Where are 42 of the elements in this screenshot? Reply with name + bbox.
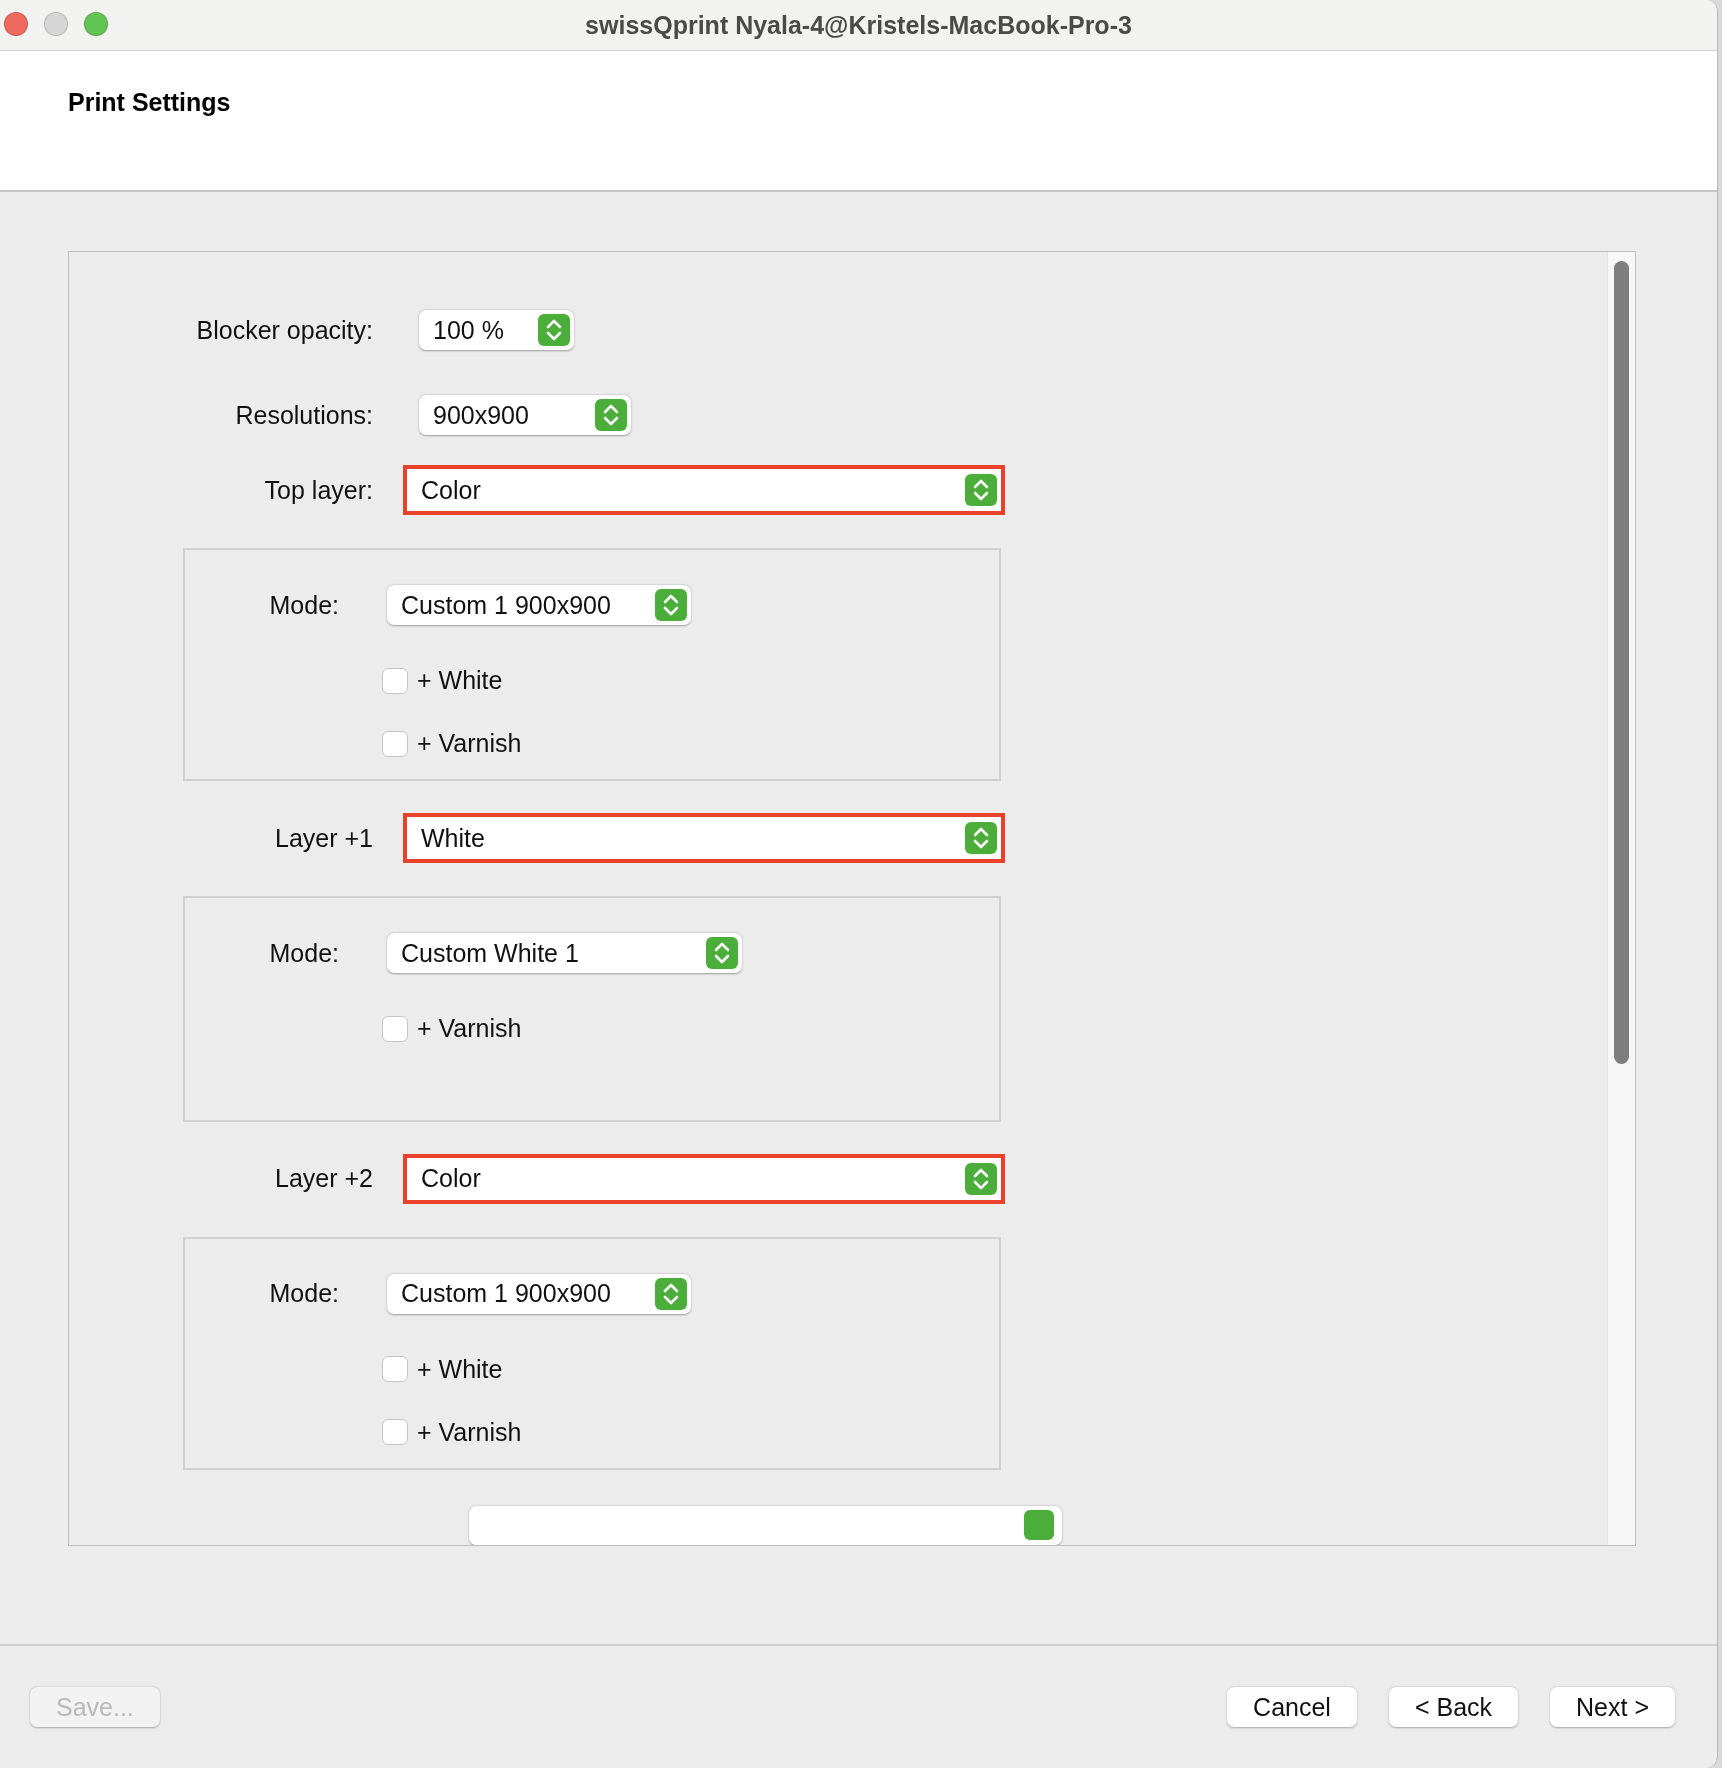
checkbox[interactable] bbox=[382, 730, 408, 757]
select-field[interactable]: 900x900 bbox=[419, 395, 631, 435]
stepper-icon bbox=[655, 1277, 687, 1310]
stepper-icon bbox=[706, 937, 738, 970]
window-title: swissQprint Nyala-4@Kristels-MacBook-Pro-3 bbox=[585, 10, 1132, 40]
select-field[interactable]: Custom White 1 bbox=[387, 933, 742, 974]
checkbox[interactable] bbox=[382, 1419, 408, 1445]
page-title: Print Settings bbox=[68, 88, 231, 116]
close-button[interactable] bbox=[4, 12, 28, 36]
dialog-button[interactable]: Cancel bbox=[1227, 1687, 1357, 1727]
field-label: Layer +1 bbox=[274, 823, 373, 853]
stepper-icon bbox=[965, 474, 997, 506]
field-label: Mode: bbox=[268, 1279, 339, 1308]
checkbox-label: + Varnish bbox=[417, 1417, 522, 1447]
checkbox[interactable] bbox=[382, 1356, 408, 1382]
checkbox[interactable] bbox=[382, 667, 408, 694]
stepper-icon bbox=[538, 314, 570, 346]
field-label: Mode: bbox=[268, 938, 339, 968]
field-label: Resolutions: bbox=[234, 400, 373, 430]
checkbox-label: + White bbox=[417, 1354, 503, 1384]
select-field[interactable]: Custom 1 900x900 bbox=[387, 1273, 691, 1314]
stepper-icon bbox=[965, 1162, 997, 1195]
select-field[interactable]: Custom 1 900x900 bbox=[387, 585, 691, 625]
select-field[interactable] bbox=[469, 1505, 1062, 1545]
checkbox-label: + White bbox=[417, 666, 503, 695]
dialog-button[interactable]: Next > bbox=[1550, 1687, 1675, 1727]
stepper-icon bbox=[965, 822, 997, 855]
zoom-button[interactable] bbox=[84, 12, 108, 36]
minimize-button[interactable] bbox=[44, 12, 68, 36]
stepper-icon bbox=[655, 589, 687, 621]
field-label: Top layer: bbox=[263, 475, 373, 505]
checkbox[interactable] bbox=[382, 1015, 408, 1042]
field-label: Mode: bbox=[268, 590, 339, 620]
checkbox-label: + Varnish bbox=[417, 729, 522, 758]
field-label: Layer +2 bbox=[274, 1164, 373, 1193]
stepper-icon bbox=[595, 399, 627, 431]
scrollbar-thumb[interactable] bbox=[1614, 261, 1629, 1064]
dialog-button[interactable]: < Back bbox=[1388, 1687, 1519, 1727]
select-field[interactable]: 100 % bbox=[419, 310, 574, 350]
field-label: Blocker opacity: bbox=[195, 315, 373, 345]
checkbox-label: + Varnish bbox=[417, 1014, 522, 1044]
scrollbar-track[interactable] bbox=[1607, 252, 1635, 1545]
